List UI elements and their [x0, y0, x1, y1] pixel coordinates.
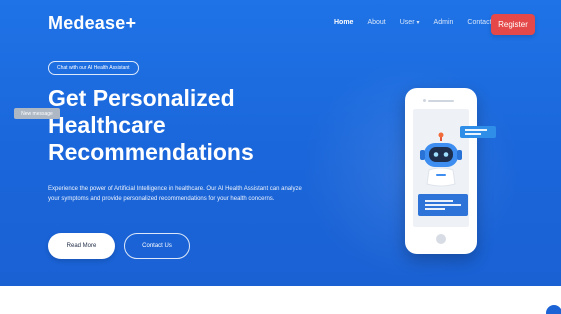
brand-logo[interactable]: Medease+ — [48, 13, 136, 34]
nav-contact[interactable]: Contact — [467, 19, 491, 26]
chat-bubble-icon — [460, 126, 496, 138]
new-message-banner: New message — [14, 108, 60, 119]
hero-description: Experience the power of Artificial Intel… — [48, 186, 302, 202]
headline-line-3: Recommendations — [48, 139, 254, 165]
hero-headline: Get Personalized Healthcare Recommendati… — [48, 85, 328, 166]
hero-section: Medease+ Home About User ▾ Admin Contact … — [0, 0, 561, 286]
robot-icon — [420, 132, 462, 187]
bubble-line — [465, 133, 481, 135]
main-nav: Home About User ▾ Admin Contact — [334, 19, 506, 26]
bubble-line — [425, 200, 453, 202]
phone-camera — [423, 99, 426, 102]
chat-bubble-icon — [418, 194, 468, 216]
bubble-line — [425, 208, 445, 210]
read-more-button[interactable]: Read More — [48, 233, 115, 259]
register-button[interactable]: Register — [491, 14, 535, 35]
ai-assistant-badge[interactable]: Chat with our AI Health Assistant — [48, 61, 139, 75]
bubble-line — [425, 204, 461, 206]
nav-admin[interactable]: Admin — [434, 19, 454, 26]
headline-line-2: Healthcare — [48, 112, 166, 138]
phone-speaker — [428, 100, 454, 102]
phone-home-button — [436, 234, 446, 244]
nav-about[interactable]: About — [367, 19, 385, 26]
bubble-line — [465, 129, 487, 131]
contact-us-button[interactable]: Contact Us — [124, 233, 190, 259]
nav-user-label: User — [399, 19, 415, 26]
scroll-to-top-button[interactable] — [546, 305, 561, 314]
headline-line-1: Get Personalized — [48, 85, 235, 111]
nav-user-dropdown[interactable]: User ▾ — [400, 19, 420, 26]
chevron-down-icon: ▾ — [416, 20, 420, 26]
nav-home[interactable]: Home — [334, 19, 353, 26]
